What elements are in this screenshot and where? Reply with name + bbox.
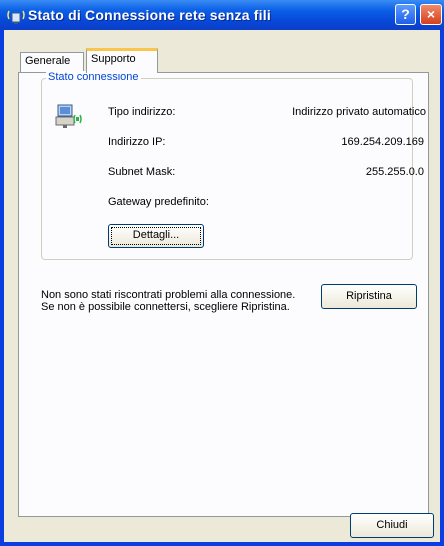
close-button-label: Chiudi bbox=[376, 519, 408, 531]
repair-button-label: Ripristina bbox=[346, 290, 392, 302]
tab-label: Supporto bbox=[91, 53, 136, 65]
network-computer-icon bbox=[54, 101, 84, 134]
help-icon: ? bbox=[401, 6, 410, 22]
details-button[interactable]: Dettagli... bbox=[108, 224, 204, 248]
tab-label: Generale bbox=[25, 55, 71, 67]
subnet-mask-label: Subnet Mask: bbox=[108, 166, 176, 178]
focus-rect bbox=[111, 227, 201, 245]
close-window-button[interactable]: × bbox=[420, 4, 442, 25]
title-bar[interactable]: Stato di Connessione rete senza fili ? × bbox=[0, 0, 444, 30]
tab-generale[interactable]: Generale bbox=[20, 52, 84, 72]
default-gateway-label: Gateway predefinito: bbox=[108, 196, 209, 208]
connection-status-group: Stato connessione Tipo indirizzo: Indiri… bbox=[41, 71, 426, 260]
ip-address-value: 169.254.209.169 bbox=[341, 136, 424, 148]
close-button[interactable]: Chiudi bbox=[350, 513, 434, 538]
address-type-value: Indirizzo privato automatico bbox=[292, 106, 426, 118]
ip-address-label: Indirizzo IP: bbox=[108, 136, 166, 148]
tab-panel-supporto: Stato connessione Tipo indirizzo: Indiri… bbox=[18, 71, 429, 517]
help-button[interactable]: ? bbox=[395, 4, 416, 25]
subnet-mask-value: 255.255.0.0 bbox=[365, 166, 424, 178]
tab-supporto[interactable]: Supporto bbox=[86, 48, 158, 73]
status-message: Non sono stati riscontrati problemi alla… bbox=[41, 289, 296, 313]
window-title: Stato di Connessione rete senza fili bbox=[28, 7, 271, 23]
dialog-client-area: Generale Supporto Stato connessione Tipo… bbox=[4, 30, 440, 542]
repair-button[interactable]: Ripristina bbox=[321, 284, 417, 309]
close-icon: × bbox=[426, 6, 436, 22]
address-type-label: Tipo indirizzo: bbox=[108, 106, 176, 118]
wireless-network-icon bbox=[6, 7, 26, 25]
dialog-window: Stato di Connessione rete senza fili ? ×… bbox=[0, 0, 444, 546]
